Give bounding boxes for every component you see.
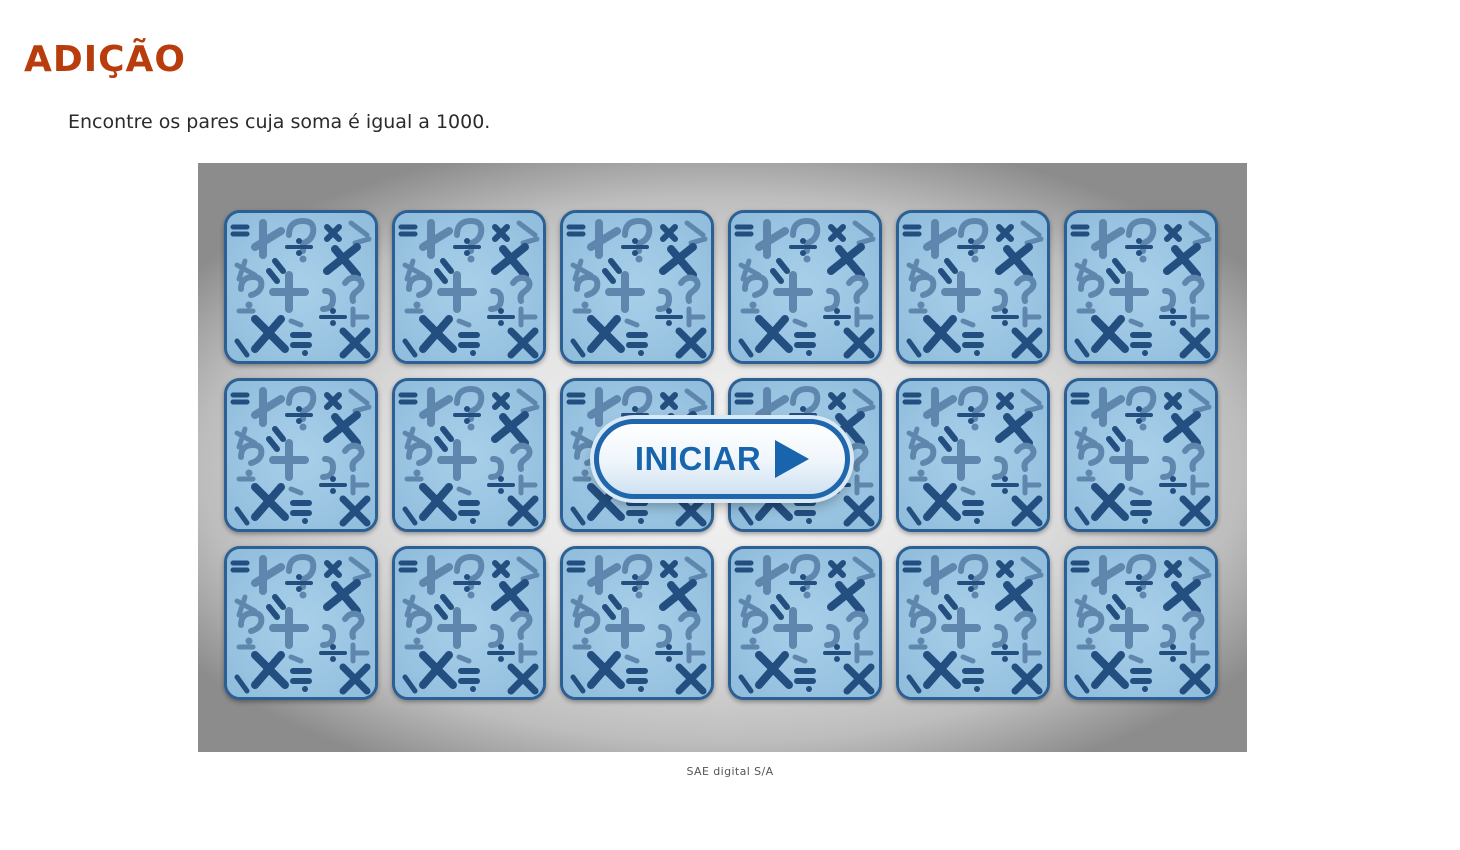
- math-symbols-icon: [731, 213, 879, 361]
- math-symbols-icon: [1067, 381, 1215, 529]
- memory-card[interactable]: [1064, 210, 1218, 364]
- memory-card[interactable]: [224, 210, 378, 364]
- math-symbols-icon: [227, 549, 375, 697]
- math-symbols-icon: [227, 213, 375, 361]
- math-symbols-icon: [899, 549, 1047, 697]
- math-symbols-icon: [1067, 213, 1215, 361]
- memory-card[interactable]: [392, 378, 546, 532]
- math-symbols-icon: [563, 213, 711, 361]
- activity-page: ADIÇÃO Encontre os pares cuja soma é igu…: [0, 0, 1460, 850]
- math-symbols-icon: [899, 213, 1047, 361]
- memory-card[interactable]: [392, 546, 546, 700]
- memory-card[interactable]: [896, 378, 1050, 532]
- page-title: ADIÇÃO: [24, 39, 187, 80]
- math-symbols-icon: [899, 381, 1047, 529]
- instruction-text: Encontre os pares cuja soma é igual a 10…: [68, 111, 491, 133]
- image-credit: SAE digital S/A: [686, 765, 774, 778]
- math-symbols-icon: [395, 213, 543, 361]
- memory-card[interactable]: [1064, 378, 1218, 532]
- math-symbols-icon: [1067, 549, 1215, 697]
- memory-card[interactable]: [728, 546, 882, 700]
- memory-card[interactable]: [224, 378, 378, 532]
- memory-card[interactable]: [1064, 546, 1218, 700]
- memory-game-board: INICIAR: [198, 163, 1247, 752]
- math-symbols-icon: [563, 549, 711, 697]
- math-symbols-icon: [395, 549, 543, 697]
- math-symbols-icon: [731, 549, 879, 697]
- math-symbols-icon: [395, 381, 543, 529]
- memory-card[interactable]: [224, 546, 378, 700]
- memory-card[interactable]: [392, 210, 546, 364]
- memory-card[interactable]: [896, 546, 1050, 700]
- memory-card[interactable]: [728, 210, 882, 364]
- memory-card[interactable]: [896, 210, 1050, 364]
- math-symbols-icon: [227, 381, 375, 529]
- start-button-label: INICIAR: [634, 440, 762, 477]
- memory-card[interactable]: [560, 546, 714, 700]
- play-triangle-icon: [775, 440, 810, 478]
- memory-card[interactable]: [560, 210, 714, 364]
- start-button[interactable]: INICIAR: [594, 419, 850, 499]
